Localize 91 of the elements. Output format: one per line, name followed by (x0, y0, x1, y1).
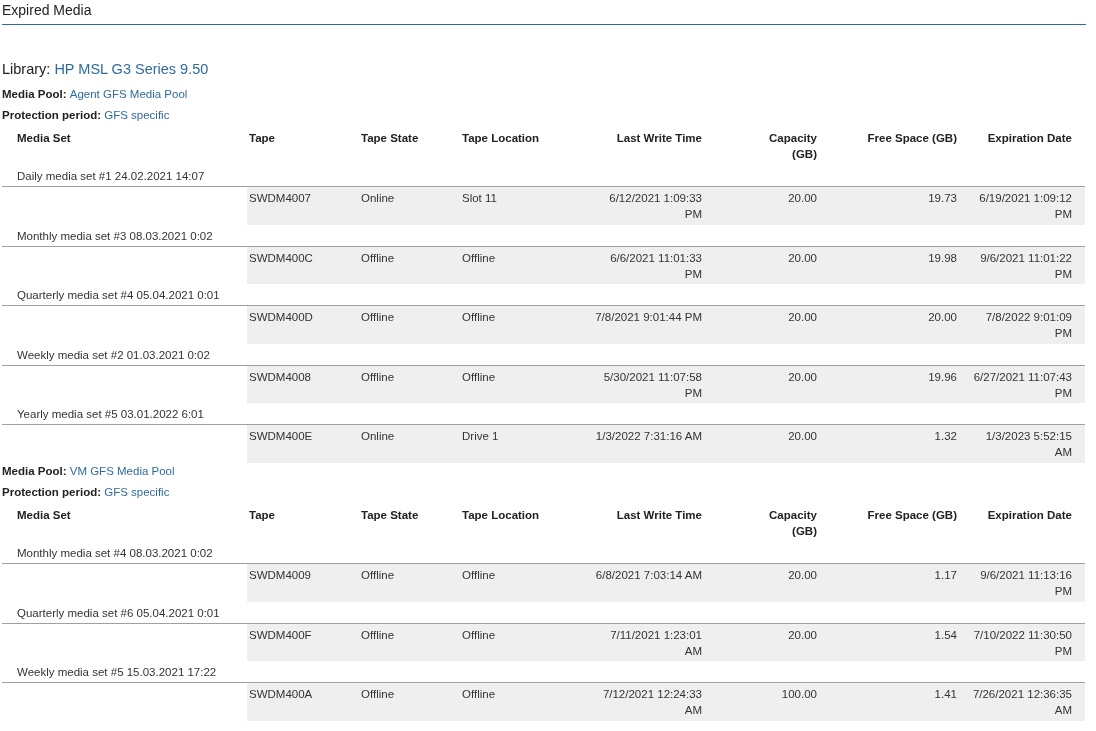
table-cell: Offline (361, 682, 462, 721)
pool-label: Media Pool: (2, 464, 67, 477)
period-label: Protection period: (2, 486, 102, 498)
media-set-label: Monthly media set #4 08.03.2021 0:02 (2, 542, 1085, 564)
table-cell: 19.73 (817, 186, 957, 225)
table-cell: 6/27/2021 11:07:43 PM (957, 365, 1085, 404)
table-cell: 9/6/2021 11:01:22 PM (957, 246, 1085, 285)
table-cell: 6/6/2021 11:01:33 PM (562, 246, 702, 285)
table-cell: Offline (361, 365, 462, 404)
column-header: Tape Location (462, 508, 541, 524)
table-cell: Online (361, 424, 462, 463)
table-cell: 7/8/2021 9:01:44 PM (562, 305, 702, 344)
table-cell: 20.00 (702, 563, 817, 602)
table-cell: 1.17 (817, 563, 957, 602)
column-header: Free Space (GB) (817, 505, 957, 543)
table-cell: 7/11/2021 1:23:01 AM (562, 623, 702, 662)
table-cell: Online (361, 186, 462, 225)
media-set-label: Daily media set #1 24.02.2021 14:07 (2, 165, 1085, 187)
table-cell: SWDM400E (247, 424, 361, 463)
table-cell: Offline (361, 246, 462, 285)
library-label: Library: (2, 61, 51, 77)
table-cell: Offline (462, 682, 562, 721)
table-cell: 6/19/2021 1:09:12 PM (957, 186, 1085, 225)
column-header: Last Write Time (615, 508, 702, 524)
table-cell: SWDM400C (247, 246, 361, 285)
period-value: GFS specific (104, 109, 170, 121)
table-cell: Slot 11 (462, 186, 562, 225)
table-cell: 20.00 (702, 623, 817, 662)
column-header: Capacity (GB) (702, 505, 817, 543)
pool-label: Media Pool: (2, 87, 67, 100)
table-cell: 20.00 (817, 305, 957, 344)
table-cell: 6/12/2021 1:09:33 PM (562, 186, 702, 225)
table-cell: Offline (462, 623, 562, 662)
table-cell: Offline (361, 563, 462, 602)
media-set-label: Weekly media set #5 15.03.2021 17:22 (2, 661, 1085, 683)
column-header: Expiration Date (957, 505, 1085, 543)
table-cell: 9/6/2021 11:13:16 PM (957, 563, 1085, 602)
table-cell: 1.32 (817, 424, 957, 463)
table-cell: 6/8/2021 7:03:14 AM (562, 563, 702, 602)
table-cell: Offline (462, 305, 562, 344)
table-cell: 1/3/2023 5:52:15 AM (957, 424, 1085, 463)
column-header: Tape (247, 128, 361, 166)
column-header: Last Write Time (615, 131, 702, 147)
media-set-label: Quarterly media set #6 05.04.2021 0:01 (2, 601, 1085, 624)
table-cell: 19.98 (817, 246, 957, 285)
media-set-label: Quarterly media set #4 05.04.2021 0:01 (2, 284, 1085, 306)
column-header: Tape (247, 505, 361, 543)
column-header: Tape State (361, 505, 462, 543)
period-value: GFS specific (104, 486, 170, 498)
media-set-label: Monthly media set #3 08.03.2021 0:02 (2, 224, 1085, 247)
table-cell: Offline (361, 305, 462, 344)
table-cell: 7/12/2021 12:24:33 AM (562, 682, 702, 721)
table-cell: 7/26/2021 12:36:35 AM (957, 682, 1085, 721)
period-label: Protection period: (2, 109, 102, 121)
table-cell: Offline (462, 246, 562, 285)
table-cell: SWDM400F (247, 623, 361, 662)
table-cell: 1.54 (817, 623, 957, 662)
pool-name: Agent GFS Media Pool (69, 87, 188, 100)
column-header: Capacity (GB) (702, 128, 817, 166)
table-cell: 19.96 (817, 365, 957, 404)
column-header: Media Set (16, 508, 72, 524)
page-title: Expired Media (2, 0, 1086, 25)
table-cell: 1.41 (817, 682, 957, 721)
media-set-label: Weekly media set #2 01.03.2021 0:02 (2, 343, 1085, 366)
column-header: Free Space (GB) (817, 128, 957, 166)
table-cell: 7/8/2022 9:01:09 PM (957, 305, 1085, 344)
table-cell: 20.00 (702, 365, 817, 404)
column-header: Expiration Date (957, 128, 1085, 166)
table-cell: 20.00 (702, 246, 817, 285)
table-cell: 20.00 (702, 186, 817, 225)
library-name: HP MSL G3 Series 9.50 (54, 61, 209, 77)
table-cell: SWDM4008 (247, 365, 361, 404)
column-header: Media Set (16, 131, 72, 147)
table-cell: 20.00 (702, 305, 817, 344)
table-cell: Offline (361, 623, 462, 662)
table-cell: Offline (462, 563, 562, 602)
table-cell: 7/10/2022 11:30:50 PM (957, 623, 1085, 662)
media-set-label: Yearly media set #5 03.01.2022 6:01 (2, 403, 1085, 425)
table-cell: SWDM4009 (247, 563, 361, 602)
table-cell: 20.00 (702, 424, 817, 463)
table-cell: 100.00 (702, 682, 817, 721)
pool-name: VM GFS Media Pool (69, 464, 175, 477)
table-cell: Offline (462, 365, 562, 404)
table-cell: SWDM4007 (247, 186, 361, 225)
table-cell: Drive 1 (462, 424, 562, 463)
column-header: Tape Location (462, 131, 541, 147)
column-header: Tape State (361, 128, 462, 166)
table-cell: 5/30/2021 11:07:58 PM (562, 365, 702, 404)
table-cell: SWDM400D (247, 305, 361, 344)
table-cell: 1/3/2022 7:31:16 AM (562, 424, 702, 463)
table-cell: SWDM400A (247, 682, 361, 721)
